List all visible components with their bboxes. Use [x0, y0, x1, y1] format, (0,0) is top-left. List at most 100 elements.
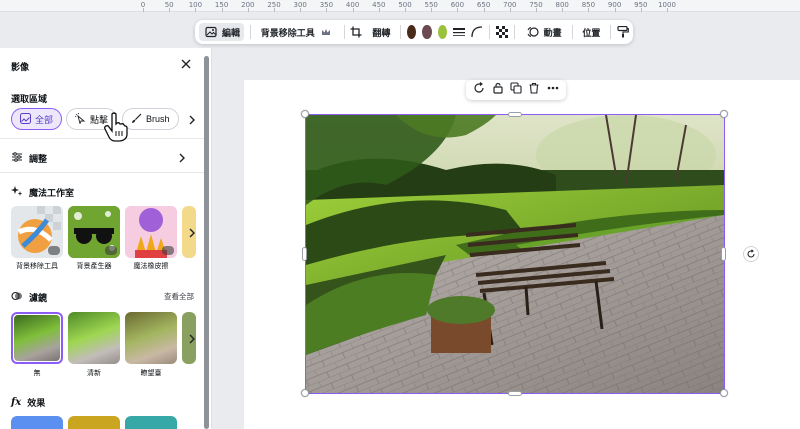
- resize-handle-tl[interactable]: [301, 110, 309, 118]
- magic-refresh-icon[interactable]: [473, 81, 485, 99]
- divider: [489, 25, 490, 39]
- effect-card-1[interactable]: [11, 416, 63, 429]
- paint-roller-icon[interactable]: [617, 24, 629, 40]
- ruler-tick-mark: [536, 8, 537, 12]
- close-icon[interactable]: [178, 56, 194, 72]
- delete-icon[interactable]: [528, 81, 540, 99]
- filter-fresh-card[interactable]: [68, 312, 120, 364]
- ruler-tick-mark: [169, 8, 171, 12]
- see-all-filters-link[interactable]: 查看全部: [164, 291, 194, 302]
- crown-icon: [162, 246, 174, 255]
- filters-label: 濾鏡: [29, 292, 48, 303]
- bg-remover-label: 背景移除工具: [260, 27, 315, 38]
- magic-tool-label: 背景移除工具: [16, 263, 58, 270]
- fx-icon: fx: [11, 397, 22, 408]
- ruler-tick-mark: [640, 8, 642, 12]
- magic-studio-header: 魔法工作室: [11, 185, 74, 199]
- lock-icon[interactable]: [492, 81, 504, 99]
- ruler-tick-mark: [405, 8, 406, 12]
- position-button[interactable]: 位置: [578, 23, 604, 41]
- sparkle-icon: [11, 185, 23, 199]
- magic-tool-label: 背景產生器: [76, 263, 112, 270]
- rotate-icon[interactable]: [743, 246, 759, 262]
- ruler-tick-mark: [667, 8, 668, 12]
- ruler-tick-mark: [431, 8, 433, 12]
- divider: [0, 138, 204, 139]
- ruler-tick-mark: [483, 8, 485, 12]
- ruler-tick-mark: [352, 8, 354, 12]
- border-style-icon[interactable]: [453, 24, 466, 40]
- magic-eraser-tool-card[interactable]: [125, 206, 177, 258]
- selection-frame: [305, 114, 725, 394]
- more-options-icon[interactable]: [547, 81, 559, 99]
- corner-rounding-icon[interactable]: [471, 24, 483, 40]
- image-edit-icon: [203, 24, 219, 40]
- divider: [513, 25, 515, 39]
- filter-label: 瞭望臺: [140, 370, 162, 377]
- ruler-tick-mark: [195, 8, 197, 12]
- scrollbar-thumb[interactable]: [204, 56, 209, 429]
- filter-none-card[interactable]: [11, 312, 63, 364]
- filters-icon: [11, 290, 23, 304]
- filters-header: 濾鏡: [11, 290, 47, 304]
- resize-handle-left[interactable]: [302, 247, 307, 261]
- edit-button[interactable]: 編輯: [199, 23, 245, 41]
- resize-handle-br[interactable]: [720, 389, 728, 397]
- resize-handle-right[interactable]: [721, 247, 726, 261]
- image-icon: [20, 112, 31, 126]
- resize-handle-bottom[interactable]: [508, 391, 522, 396]
- color-swatch-1[interactable]: [407, 25, 417, 39]
- animate-icon: [525, 24, 541, 40]
- magic-tool-label: 魔法橡皮擦: [133, 263, 169, 270]
- divider: [571, 25, 573, 39]
- adjust-chevron-icon[interactable]: [176, 151, 188, 163]
- divider: [400, 25, 402, 39]
- filter-lookout-card[interactable]: [125, 312, 177, 364]
- bg-remover-button[interactable]: 背景移除工具: [257, 23, 338, 41]
- pill-label: Brush: [146, 114, 170, 124]
- ruler-tick-mark: [509, 8, 511, 12]
- resize-handle-bl[interactable]: [301, 389, 309, 397]
- divider: [0, 172, 204, 173]
- bg-remover-tool-card[interactable]: [11, 206, 63, 258]
- filters-scroll-right-icon[interactable]: [186, 332, 198, 344]
- image-toolbar: 編輯 背景移除工具 翻轉 動畫 位置: [195, 20, 633, 44]
- crown-icon: [48, 246, 60, 255]
- resize-handle-tr[interactable]: [720, 110, 728, 118]
- crown-icon: [318, 24, 334, 40]
- magic-click-icon: [75, 112, 86, 126]
- magic-studio-label: 魔法工作室: [29, 187, 75, 198]
- sliders-icon: [11, 151, 23, 165]
- ruler-tick-mark: [300, 8, 302, 12]
- ruler-tick-mark: [457, 8, 459, 12]
- effect-card-3[interactable]: [125, 416, 177, 429]
- horizontal-ruler: 0 50 100 150 200 250 300 350 400 450 500 550 600 650 7…: [0, 0, 800, 12]
- ruler-tick-mark: [274, 8, 275, 12]
- ruler-tick-mark: [247, 8, 249, 12]
- select-all-pill[interactable]: 全部: [11, 108, 63, 130]
- adjust-row[interactable]: 調整: [11, 151, 47, 165]
- transparency-icon[interactable]: [495, 24, 508, 40]
- resize-handle-top[interactable]: [508, 112, 522, 117]
- divider: [250, 25, 251, 39]
- flip-button[interactable]: 翻轉: [368, 23, 394, 41]
- crown-icon: [105, 246, 117, 255]
- pill-label: 全部: [35, 114, 54, 125]
- position-label: 位置: [582, 27, 601, 38]
- ruler-tick-mark: [378, 8, 380, 12]
- tools-scroll-right-icon[interactable]: [186, 226, 198, 238]
- duplicate-icon[interactable]: [510, 81, 522, 99]
- crop-icon[interactable]: [350, 24, 362, 40]
- ruler-tick-mark: [588, 8, 590, 12]
- adjust-label: 調整: [29, 153, 48, 164]
- effect-card-2[interactable]: [68, 416, 120, 429]
- panel-scrollbar[interactable]: [204, 56, 209, 429]
- element-context-menu: [466, 80, 566, 100]
- animate-label: 動畫: [543, 27, 562, 38]
- color-swatch-3[interactable]: [437, 25, 448, 39]
- bg-generator-tool-card[interactable]: [68, 206, 120, 258]
- color-swatch-2[interactable]: [422, 25, 432, 39]
- select-brush-pill[interactable]: Brush: [122, 108, 179, 130]
- pills-scroll-right-icon[interactable]: [186, 113, 198, 125]
- animate-button[interactable]: 動畫: [521, 23, 566, 41]
